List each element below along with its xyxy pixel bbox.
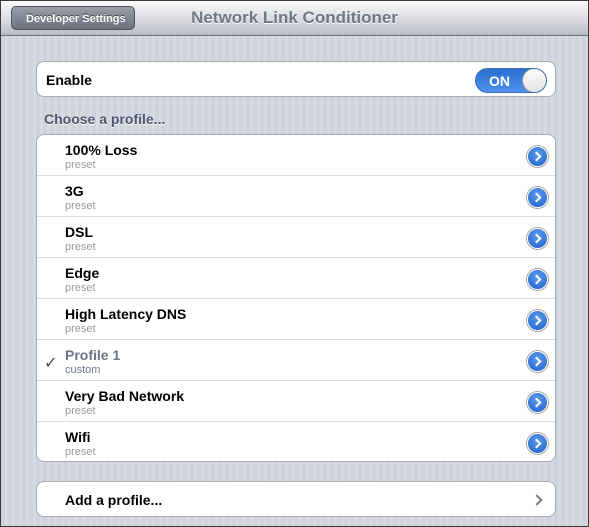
- disclosure-icon[interactable]: [527, 228, 548, 249]
- profile-type: preset: [65, 282, 96, 294]
- profile-name: Profile 1: [65, 347, 121, 363]
- profile-row[interactable]: High Latency DNS preset: [37, 299, 555, 340]
- chevron-right-icon: [531, 494, 543, 506]
- enable-label: Enable: [46, 72, 92, 88]
- toggle-knob: [522, 69, 546, 92]
- profile-name: Wifi: [65, 429, 91, 445]
- profile-row[interactable]: Very Bad Network preset: [37, 381, 555, 422]
- disclosure-icon[interactable]: [527, 187, 548, 208]
- section-header-profiles: Choose a profile...: [44, 111, 166, 127]
- profile-type: preset: [65, 200, 96, 212]
- add-profile-label: Add a profile...: [65, 492, 163, 508]
- profile-type: preset: [65, 241, 96, 253]
- profile-list: 100% Loss preset 3G preset DSL preset Ed…: [36, 134, 556, 462]
- add-profile-row[interactable]: Add a profile...: [36, 481, 556, 517]
- profile-type: preset: [65, 405, 96, 417]
- disclosure-icon[interactable]: [527, 146, 548, 167]
- profile-name: Edge: [65, 265, 100, 281]
- checkmark-icon: ✓: [44, 353, 58, 372]
- app-frame: Developer Settings Network Link Conditio…: [0, 0, 589, 527]
- profile-row[interactable]: Edge preset: [37, 258, 555, 299]
- disclosure-icon[interactable]: [527, 310, 548, 331]
- profile-type: preset: [65, 323, 96, 335]
- enable-toggle[interactable]: ON: [475, 68, 547, 93]
- disclosure-icon[interactable]: [527, 433, 548, 454]
- toggle-on-label: ON: [489, 73, 510, 89]
- profile-row-selected[interactable]: ✓ Profile 1 custom: [37, 340, 555, 381]
- disclosure-icon[interactable]: [527, 269, 548, 290]
- profile-name: High Latency DNS: [65, 306, 187, 322]
- profile-name: 100% Loss: [65, 142, 138, 158]
- profile-type: preset: [65, 159, 96, 171]
- disclosure-icon[interactable]: [527, 351, 548, 372]
- profile-row[interactable]: 3G preset: [37, 176, 555, 217]
- profile-row[interactable]: DSL preset: [37, 217, 555, 258]
- profile-name: DSL: [65, 224, 93, 240]
- profile-name: Very Bad Network: [65, 388, 185, 404]
- enable-group: Enable ON: [36, 61, 556, 97]
- profile-type: custom: [65, 364, 101, 376]
- profile-row[interactable]: 100% Loss preset: [37, 135, 555, 176]
- disclosure-icon[interactable]: [527, 392, 548, 413]
- profile-row[interactable]: Wifi preset: [37, 422, 555, 461]
- navigation-bar: Developer Settings Network Link Conditio…: [1, 1, 588, 36]
- page-title: Network Link Conditioner: [191, 8, 398, 27]
- profile-name: 3G: [65, 183, 84, 199]
- profile-type: preset: [65, 446, 96, 458]
